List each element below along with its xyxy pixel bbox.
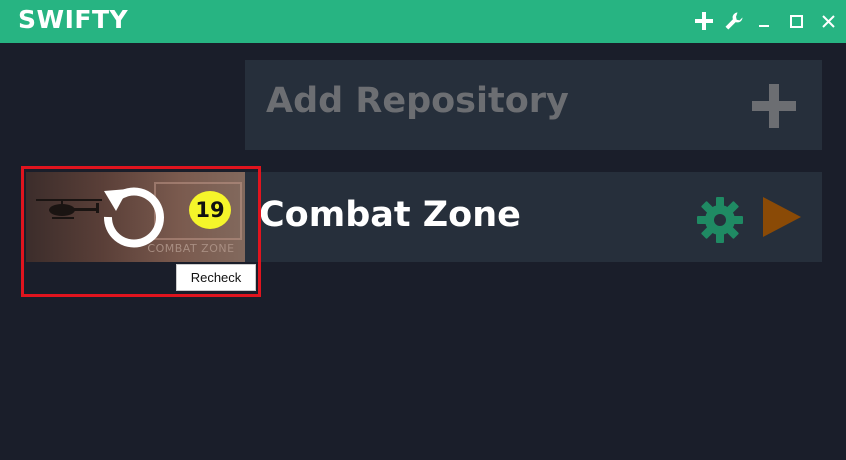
maximize-icon[interactable] bbox=[786, 11, 806, 31]
title-bar: SWIFTY bbox=[0, 0, 846, 43]
add-icon[interactable] bbox=[694, 11, 714, 31]
recheck-icon[interactable] bbox=[100, 181, 168, 249]
repo-name: Combat Zone bbox=[259, 195, 521, 235]
plus-icon bbox=[752, 84, 796, 128]
close-icon[interactable] bbox=[818, 11, 838, 31]
app-title: SWIFTY bbox=[18, 5, 129, 34]
add-repository-label: Add Repository bbox=[266, 81, 569, 121]
minimize-icon[interactable] bbox=[754, 11, 774, 31]
helicopter-image bbox=[36, 199, 102, 219]
update-count-badge: 19 bbox=[189, 191, 231, 229]
repo-row-combat-zone[interactable]: Combat Zone bbox=[245, 172, 822, 262]
gear-icon[interactable] bbox=[697, 197, 743, 243]
wrench-icon[interactable] bbox=[724, 11, 744, 31]
play-icon[interactable] bbox=[761, 195, 803, 239]
add-repository-button[interactable]: Add Repository bbox=[245, 60, 822, 150]
recheck-tooltip: Recheck bbox=[176, 264, 256, 291]
